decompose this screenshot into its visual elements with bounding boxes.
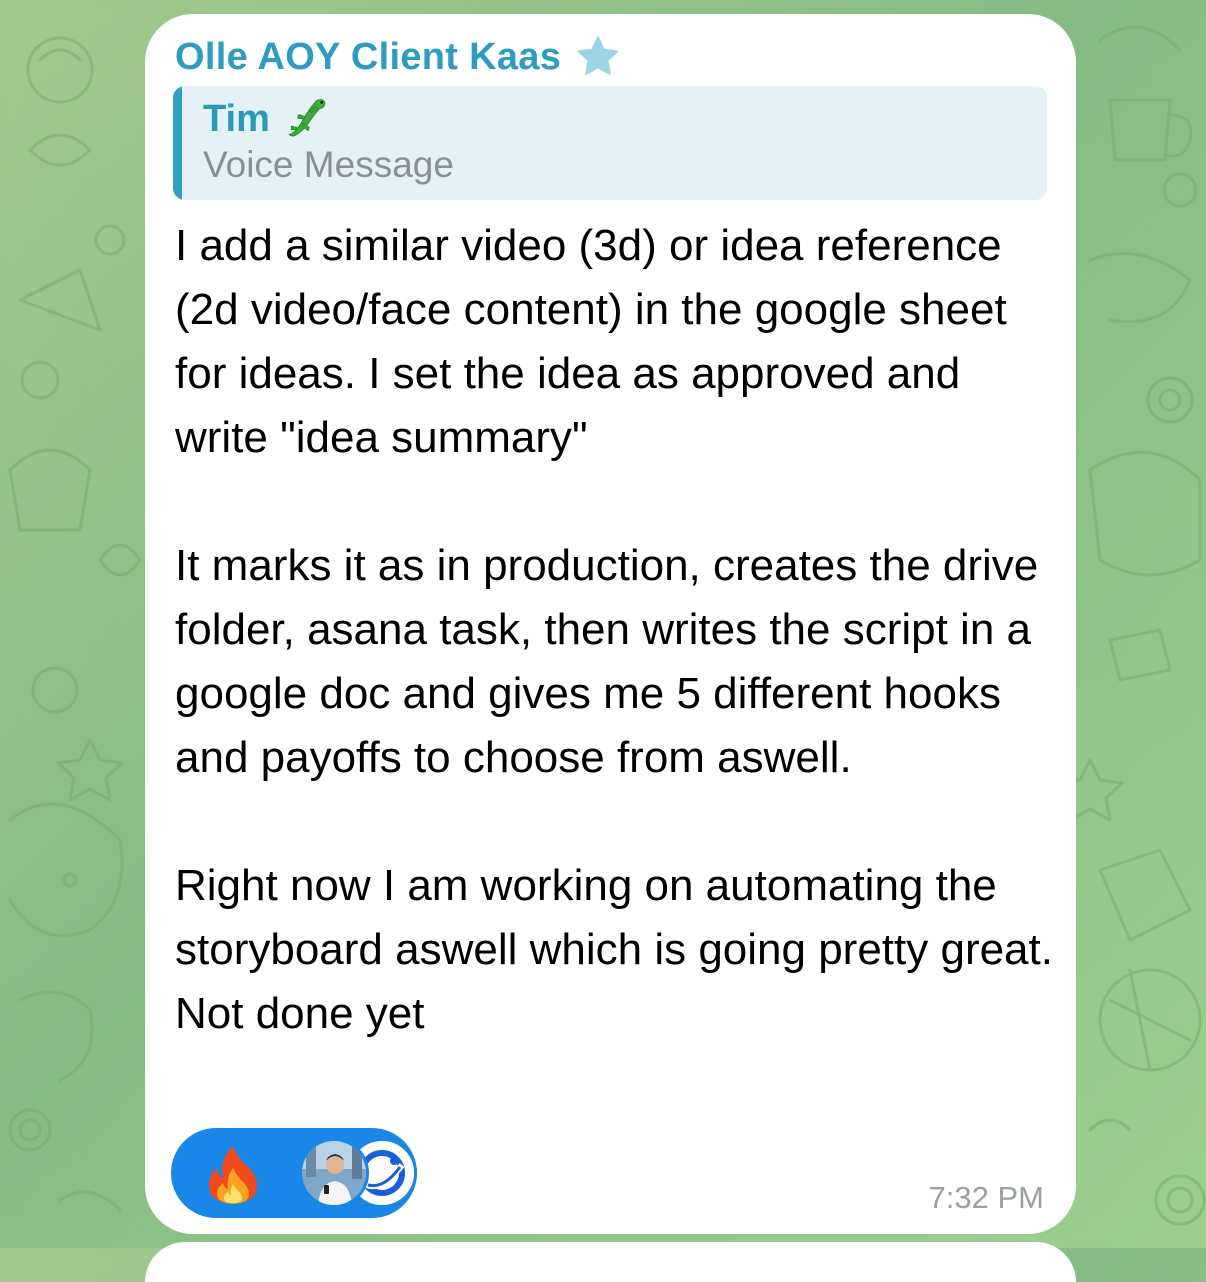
star-icon (578, 36, 619, 75)
reaction-pill[interactable] (171, 1128, 417, 1218)
message-paragraph: Right now I am working on automating the… (175, 861, 1053, 1038)
reply-accent-bar (173, 86, 182, 200)
reply-author-row: Tim (203, 94, 330, 144)
message-paragraph: It marks it as in production, creates th… (175, 541, 1039, 782)
reply-preview[interactable]: Tim Voice Message (173, 86, 1047, 200)
message-text: I add a similar video (3d) or idea refer… (175, 214, 1055, 1046)
message-bubble[interactable]: Olle AOY Client Kaas Tim Voice Message I… (145, 14, 1076, 1234)
message-timestamp: 7:32 PM (928, 1180, 1044, 1215)
user-photo-avatar (302, 1141, 366, 1205)
sender-row: Olle AOY Client Kaas (175, 32, 621, 82)
reply-author: Tim (203, 97, 270, 140)
reply-text: Voice Message (203, 144, 454, 185)
lizard-icon (288, 99, 326, 137)
fire-icon (209, 1146, 257, 1204)
message-paragraph: I add a similar video (3d) or idea refer… (175, 221, 1007, 462)
reaction-avatar[interactable] (299, 1138, 369, 1208)
next-message-bubble[interactable] (145, 1242, 1076, 1282)
sender-name[interactable]: Olle AOY Client Kaas (175, 36, 561, 79)
